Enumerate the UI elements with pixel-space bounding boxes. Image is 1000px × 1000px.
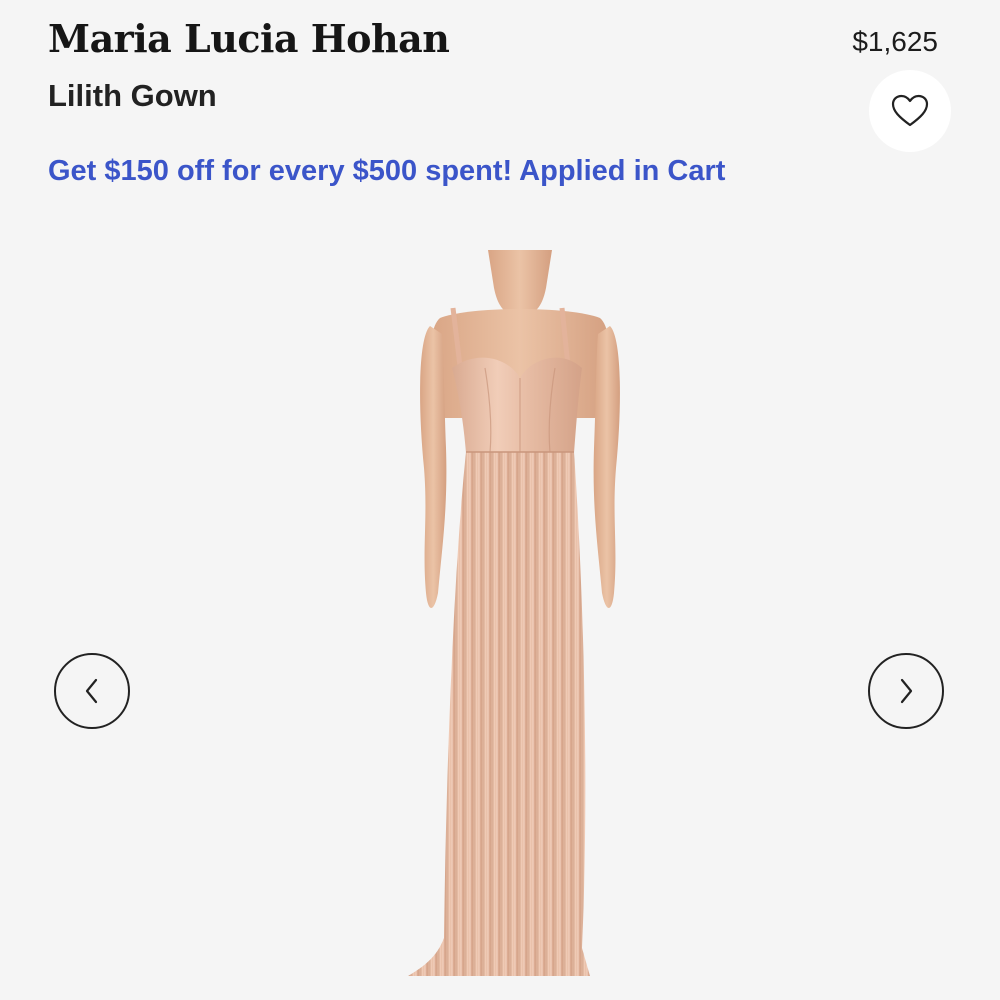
- next-image-button[interactable]: [868, 653, 944, 729]
- previous-image-button[interactable]: [54, 653, 130, 729]
- favorite-button[interactable]: [869, 70, 951, 152]
- heart-icon: [891, 94, 929, 127]
- product-name: Lilith Gown: [48, 78, 217, 113]
- gown-illustration: [408, 250, 620, 976]
- brand-name: Maria Lucia Hohan: [48, 16, 450, 61]
- chevron-left-icon: [85, 678, 98, 704]
- promo-banner[interactable]: Get $150 off for every $500 spent! Appli…: [48, 155, 725, 188]
- chevron-right-icon: [900, 678, 913, 704]
- product-price: $1,625: [852, 26, 938, 57]
- product-image[interactable]: [320, 248, 700, 988]
